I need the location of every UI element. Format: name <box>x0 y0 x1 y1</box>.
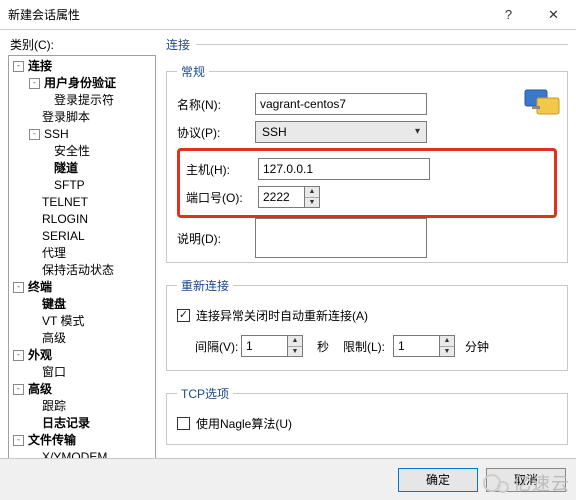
label-description: 说明(D): <box>177 230 255 247</box>
tree-node-tunnel[interactable]: 隧道 <box>9 160 155 177</box>
label-interval: 间隔(V): <box>177 338 241 355</box>
label-name: 名称(N): <box>177 96 255 113</box>
monitor-icon <box>523 88 563 122</box>
row-nagle[interactable]: 使用Nagle算法(U) <box>177 412 557 434</box>
category-panel: 类别(C): - 连接 - 用户身份验证 登录提示符 登录脚本 <box>8 36 156 460</box>
tree-node-ssh[interactable]: - SSH <box>9 126 155 143</box>
input-host[interactable] <box>258 158 430 180</box>
tree-node-telnet[interactable]: TELNET <box>9 194 155 211</box>
row-host: 主机(H): <box>186 155 548 183</box>
category-tree[interactable]: - 连接 - 用户身份验证 登录提示符 登录脚本 - SSH <box>8 55 156 460</box>
close-button[interactable]: ✕ <box>531 0 576 29</box>
tree-node-serial[interactable]: SERIAL <box>9 228 155 245</box>
tree-node-window[interactable]: 窗口 <box>9 364 155 381</box>
tree-node-security[interactable]: 安全性 <box>9 143 155 160</box>
tree-node-trace[interactable]: 跟踪 <box>9 398 155 415</box>
collapse-icon[interactable]: - <box>13 435 24 446</box>
settings-panel: 连接 常规 名称(N): 协议(P): SSH ▾ <box>156 36 568 460</box>
tree-node-rlogin[interactable]: RLOGIN <box>9 211 155 228</box>
row-protocol: 协议(P): SSH ▾ <box>177 118 557 146</box>
tree-node-advanced[interactable]: - 高级 <box>9 381 155 398</box>
window-controls: ? ✕ <box>486 0 576 29</box>
row-name: 名称(N): <box>177 90 557 118</box>
collapse-icon[interactable]: - <box>13 350 24 361</box>
panel-header: 连接 <box>166 36 568 57</box>
label-protocol: 协议(P): <box>177 124 255 141</box>
input-description[interactable] <box>255 218 427 258</box>
tree-node-appearance[interactable]: - 外观 <box>9 347 155 364</box>
input-limit[interactable]: ▲▼ <box>393 335 455 357</box>
label-limit: 限制(L): <box>343 338 393 355</box>
tree-node-logging[interactable]: 日志记录 <box>9 415 155 432</box>
label-auto-reconnect: 连接异常关闭时自动重新连接(A) <box>196 307 368 324</box>
row-interval: 间隔(V): ▲▼ 秒 限制(L): ▲▼ 分钟 <box>177 332 557 360</box>
checkbox-auto-reconnect[interactable]: ✓ <box>177 309 190 322</box>
checkbox-nagle[interactable] <box>177 417 190 430</box>
group-tcp-legend: TCP选项 <box>177 385 233 402</box>
tree-node-advanced-terminal[interactable]: 高级 <box>9 330 155 347</box>
group-general-legend: 常规 <box>177 63 209 80</box>
unit-seconds: 秒 <box>303 338 343 355</box>
spinner-buttons[interactable]: ▲▼ <box>287 335 303 357</box>
input-port[interactable]: ▲▼ <box>258 186 320 208</box>
row-port: 端口号(O): ▲▼ <box>186 183 548 211</box>
tree-node-login-prompt[interactable]: 登录提示符 <box>9 92 155 109</box>
collapse-icon[interactable]: - <box>13 384 24 395</box>
cancel-button[interactable]: 取消 <box>486 468 566 492</box>
tree-node-auth[interactable]: - 用户身份验证 <box>9 75 155 92</box>
input-interval[interactable]: ▲▼ <box>241 335 303 357</box>
spinner-buttons[interactable]: ▲▼ <box>439 335 455 357</box>
window-title: 新建会话属性 <box>8 6 486 23</box>
dialog-body: 类别(C): - 连接 - 用户身份验证 登录提示符 登录脚本 <box>0 30 576 460</box>
dialog-footer: 确定 取消 <box>0 458 576 500</box>
label-nagle: 使用Nagle算法(U) <box>196 415 292 432</box>
label-host: 主机(H): <box>186 161 258 178</box>
row-description: 说明(D): <box>177 224 557 252</box>
category-label: 类别(C): <box>8 36 156 53</box>
chevron-down-icon: ▾ <box>415 126 420 137</box>
collapse-icon[interactable]: - <box>29 78 40 89</box>
tree-node-keepalive[interactable]: 保持活动状态 <box>9 262 155 279</box>
highlight-host-port: 主机(H): 端口号(O): ▲▼ <box>177 148 557 218</box>
input-name[interactable] <box>255 93 427 115</box>
titlebar: 新建会话属性 ? ✕ <box>0 0 576 30</box>
tree-node-connection[interactable]: - 连接 <box>9 58 155 75</box>
row-auto-reconnect[interactable]: ✓ 连接异常关闭时自动重新连接(A) <box>177 304 557 326</box>
collapse-icon[interactable]: - <box>29 129 40 140</box>
tree-node-filetransfer[interactable]: - 文件传输 <box>9 432 155 449</box>
tree-node-login-script[interactable]: 登录脚本 <box>9 109 155 126</box>
tree-node-proxy[interactable]: 代理 <box>9 245 155 262</box>
spinner-buttons[interactable]: ▲▼ <box>304 186 320 208</box>
group-general: 常规 名称(N): 协议(P): SSH ▾ 主机(H): <box>166 63 568 263</box>
collapse-icon[interactable]: - <box>13 282 24 293</box>
ok-button[interactable]: 确定 <box>398 468 478 492</box>
label-port: 端口号(O): <box>186 189 258 206</box>
group-reconnect-legend: 重新连接 <box>177 277 233 294</box>
collapse-icon[interactable]: - <box>13 61 24 72</box>
tree-node-sftp[interactable]: SFTP <box>9 177 155 194</box>
unit-minutes: 分钟 <box>455 338 489 355</box>
group-tcp: TCP选项 使用Nagle算法(U) <box>166 385 568 445</box>
tree-node-vtmode[interactable]: VT 模式 <box>9 313 155 330</box>
tree-node-keyboard[interactable]: 键盘 <box>9 296 155 313</box>
group-reconnect: 重新连接 ✓ 连接异常关闭时自动重新连接(A) 间隔(V): ▲▼ 秒 限制(L… <box>166 277 568 371</box>
tree-node-terminal[interactable]: - 终端 <box>9 279 155 296</box>
help-button[interactable]: ? <box>486 0 531 29</box>
select-protocol[interactable]: SSH ▾ <box>255 121 427 143</box>
